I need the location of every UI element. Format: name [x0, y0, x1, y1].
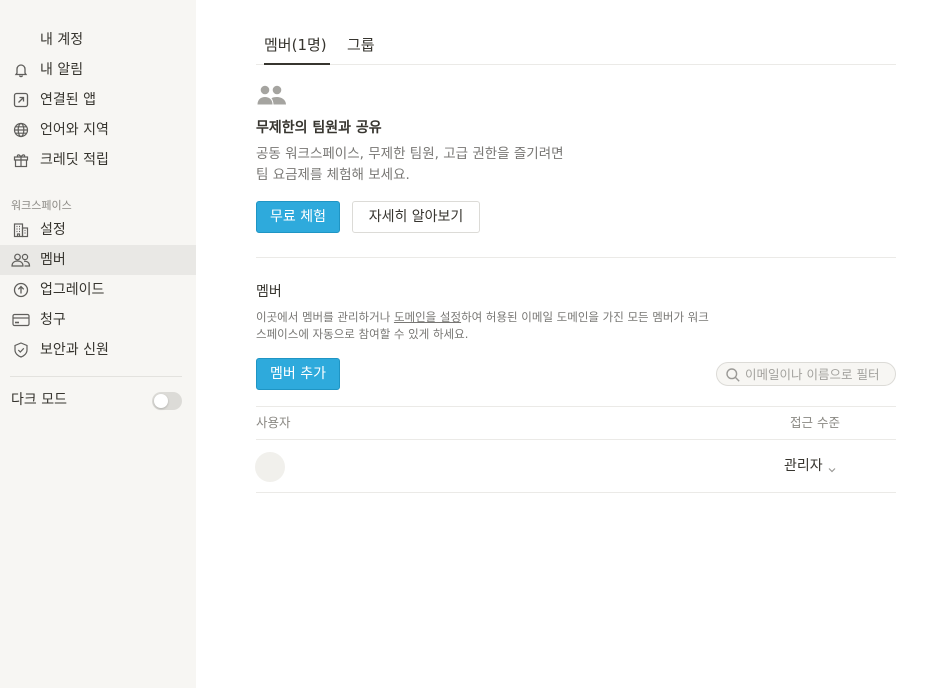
members-section-title: 멤버: [256, 284, 282, 300]
building-icon: [11, 221, 31, 239]
free-trial-button[interactable]: 무료 체험: [256, 201, 340, 233]
chevron-down-icon: [827, 461, 837, 473]
search-icon: [725, 367, 741, 383]
column-header-user: 사용자: [256, 415, 291, 430]
avatar: [255, 452, 285, 482]
promo-description: 공동 워크스페이스, 무제한 팀원, 고급 권한을 즐기려면 팀 요금제를 체험…: [256, 144, 616, 186]
tab-members[interactable]: 멤버(1명): [264, 34, 327, 56]
arrow-up-circle-icon: [11, 281, 31, 299]
members-description-text: 이곳에서 멤버를 관리하거나: [256, 310, 394, 324]
sidebar-item-label: 내 계정: [40, 32, 84, 48]
promo-title: 무제한의 팀원과 공유: [256, 120, 382, 136]
sidebar-item-upgrade[interactable]: 업그레이드: [0, 275, 196, 305]
dark-mode-toggle[interactable]: [152, 392, 182, 410]
table-top-divider: [256, 406, 896, 407]
people-icon: [256, 84, 288, 106]
workspace-section-label: 워크스페이스: [11, 199, 72, 212]
table-header-divider: [256, 439, 896, 440]
credit-card-icon: [11, 311, 31, 329]
active-tab-indicator: [264, 63, 330, 65]
sidebar-item-label: 보안과 신원: [40, 342, 109, 358]
toggle-knob: [154, 394, 168, 408]
sidebar-item-security[interactable]: 보안과 신원: [0, 335, 196, 365]
dark-mode-label: 다크 모드: [11, 392, 67, 408]
sidebar-item-label: 언어와 지역: [40, 122, 109, 138]
column-header-access: 접근 수준: [790, 415, 840, 430]
members-description-text: 스페이스에 자동으로 참여할 수 있게 하세요.: [256, 327, 469, 341]
domain-settings-link[interactable]: 도메인을 설정: [394, 310, 461, 324]
gift-icon: [11, 151, 31, 169]
learn-more-button[interactable]: 자세히 알아보기: [352, 201, 480, 233]
shield-check-icon: [11, 341, 31, 359]
access-level-dropdown[interactable]: 관리자: [784, 456, 837, 476]
sidebar-item-billing[interactable]: 청구: [0, 305, 196, 335]
promo-description-line: 팀 요금제를 체험해 보세요.: [256, 167, 410, 183]
arrow-up-right-icon: [11, 91, 31, 109]
tabs-divider: [256, 64, 896, 65]
bell-icon: [11, 61, 31, 79]
sidebar-divider: [10, 376, 182, 377]
sidebar-item-notifications[interactable]: 내 알림: [0, 55, 196, 85]
sidebar-item-label: 크레딧 적립: [40, 152, 109, 168]
tab-groups[interactable]: 그룹: [347, 34, 375, 56]
sidebar-item-earn-credit[interactable]: 크레딧 적립: [0, 145, 196, 175]
sidebar-item-label: 멤버: [40, 252, 66, 268]
sidebar-item-label: 연결된 앱: [40, 92, 96, 108]
sidebar-item-my-account[interactable]: 내 계정: [0, 25, 196, 55]
sidebar-item-members[interactable]: 멤버: [0, 245, 196, 275]
sidebar-item-label: 업그레이드: [40, 282, 105, 298]
sidebar-item-label: 설정: [40, 222, 66, 238]
table-row-divider: [256, 492, 896, 493]
people-icon: [11, 251, 31, 269]
sidebar-item-language-region[interactable]: 언어와 지역: [0, 115, 196, 145]
sidebar-item-label: 내 알림: [40, 62, 84, 78]
section-divider: [256, 257, 896, 258]
member-filter-search: [716, 362, 896, 386]
sidebar-item-settings[interactable]: 설정: [0, 215, 196, 245]
promo-description-line: 공동 워크스페이스, 무제한 팀원, 고급 권한을 즐기려면: [256, 146, 564, 162]
sidebar: 내 계정 내 알림 연결된 앱 언어와 지역 크레딧 적립 워크스페이스 설정: [0, 0, 196, 688]
members-description-text: 하여 허용된 이메일 도메인을 가진 모든 멤버가 워크: [461, 310, 709, 324]
sidebar-item-label: 청구: [40, 312, 66, 328]
add-member-button[interactable]: 멤버 추가: [256, 358, 340, 390]
globe-icon: [11, 121, 31, 139]
access-level-value: 관리자: [784, 458, 823, 474]
sidebar-item-connected-apps[interactable]: 연결된 앱: [0, 85, 196, 115]
members-description: 이곳에서 멤버를 관리하거나 도메인을 설정하여 허용된 이메일 도메인을 가진…: [256, 309, 776, 343]
member-filter-input[interactable]: [745, 363, 895, 385]
